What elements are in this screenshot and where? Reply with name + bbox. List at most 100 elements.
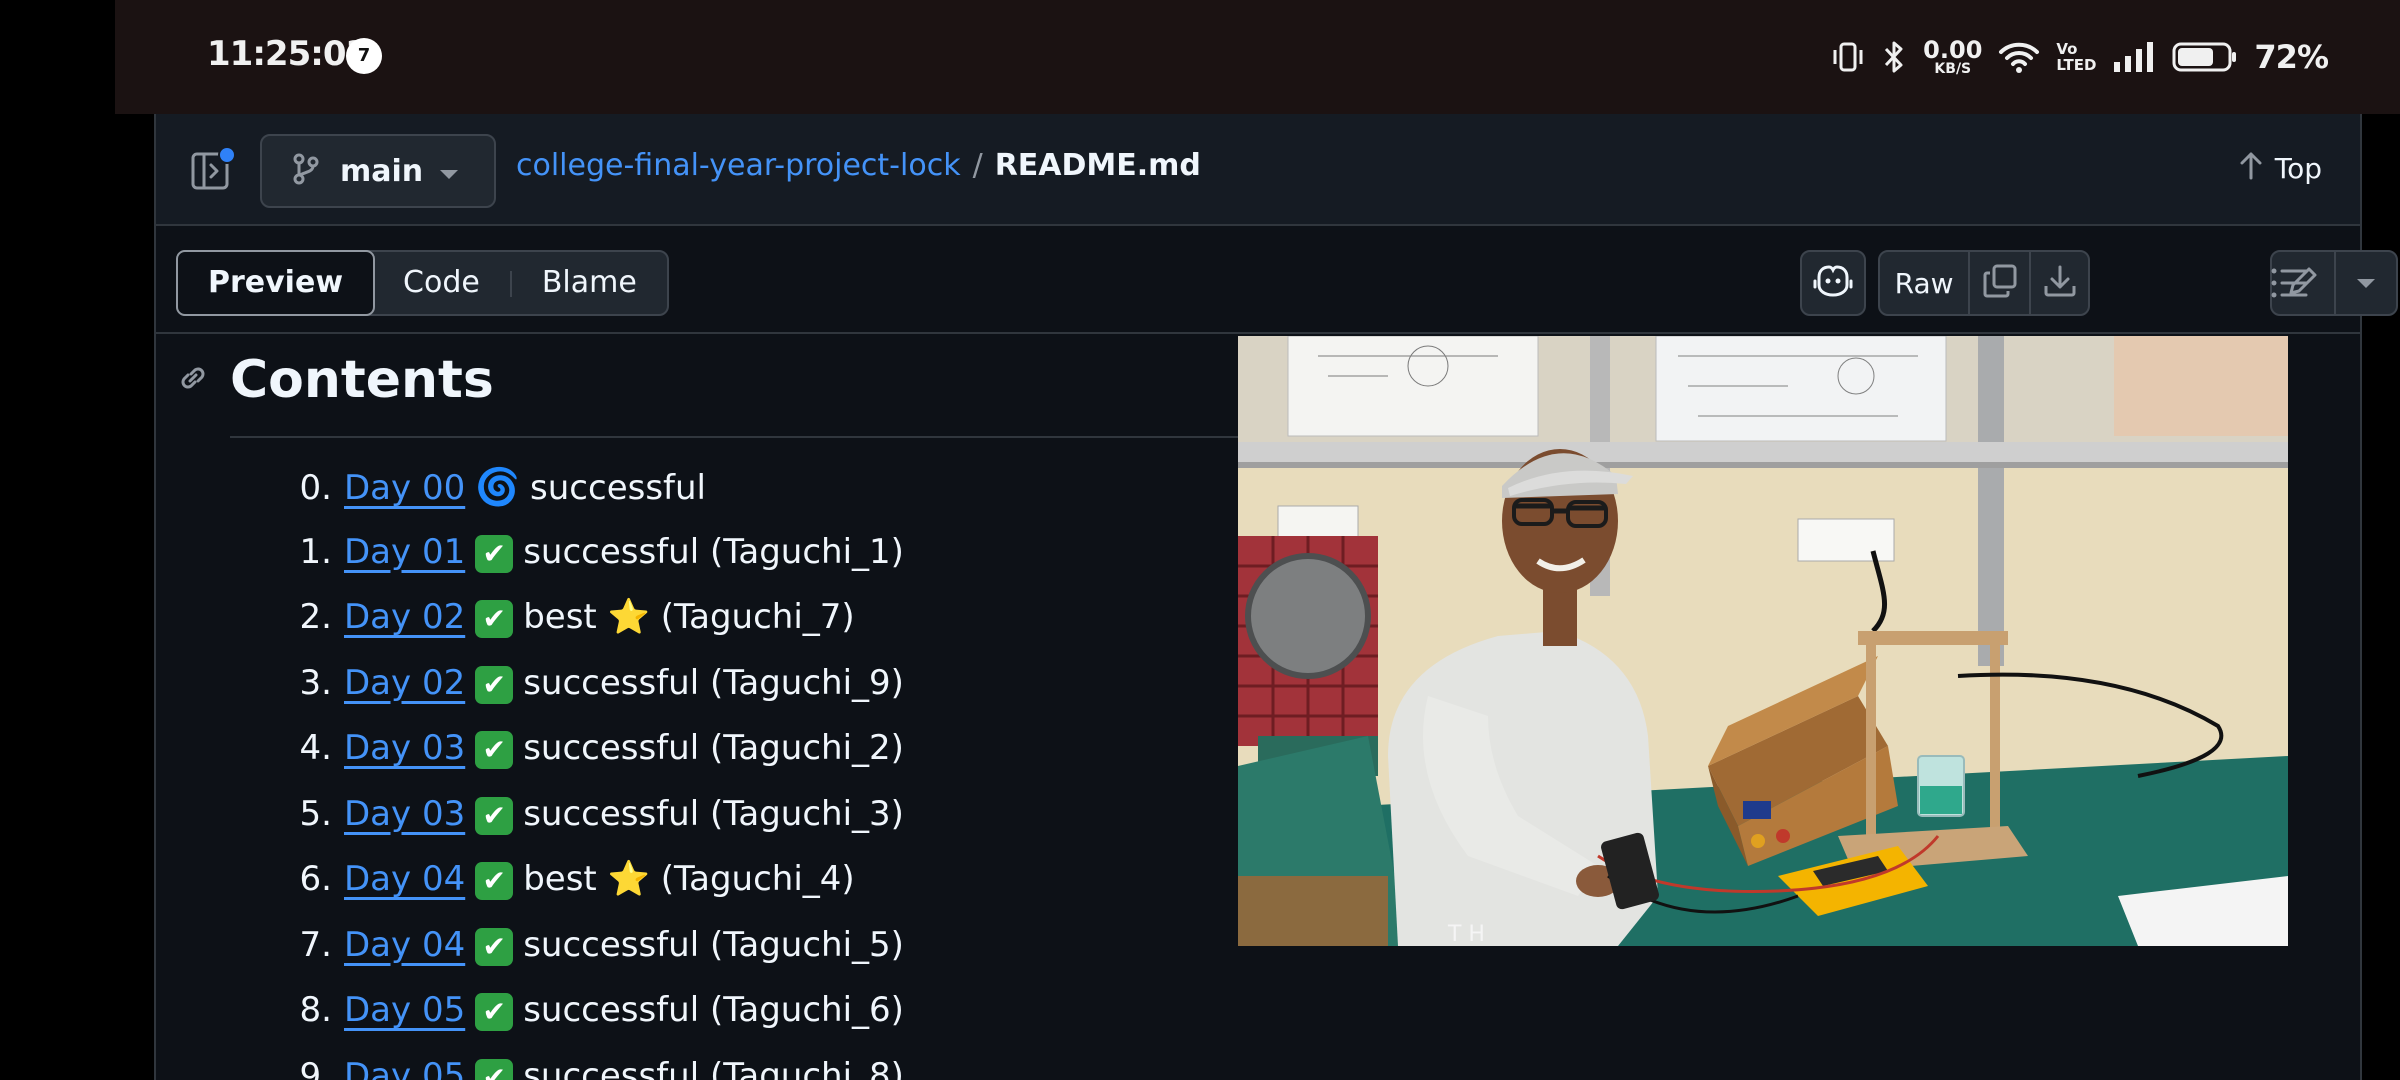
raw-button-label: Raw — [1894, 266, 1954, 300]
check-mark-icon: ✔ — [475, 731, 514, 769]
list-item-text: successful — [530, 468, 707, 508]
breadcrumb-repo-link[interactable]: college-final-year-project-lock — [516, 148, 961, 183]
bluetooth-icon — [1881, 39, 1907, 75]
top-button-label: Top — [2274, 152, 2322, 185]
network-speed-value: 0.00 — [1923, 36, 1983, 64]
check-mark-icon: ✔ — [475, 862, 514, 900]
list-unordered-icon — [2270, 268, 2308, 304]
list-item-text: successful (Taguchi_8) — [523, 1055, 904, 1080]
list-item: 4. Day 03 ✔ successful (Taguchi_2) — [228, 728, 904, 794]
check-mark-icon: ✔ — [475, 796, 514, 835]
outline-button[interactable] — [2270, 266, 2328, 304]
list-item: 0. Day 00 🌀 successful — [228, 466, 904, 532]
breadcrumb: college-final-year-project-lock / README… — [516, 148, 1201, 183]
signal-icon — [2112, 40, 2156, 74]
tab-blame[interactable]: Blame — [512, 252, 667, 314]
branch-selector-button[interactable]: main — [260, 134, 496, 208]
list-item-text: successful (Taguchi_3) — [523, 793, 904, 834]
branch-name: main — [340, 153, 424, 189]
list-item-text: successful (Taguchi_9) — [523, 662, 904, 703]
chevron-down-icon — [2357, 278, 2375, 288]
file-toolbar: Preview Code Blame Raw — [156, 228, 2398, 334]
list-item-number: 3. — [299, 662, 332, 703]
list-item: 7. Day 04 ✔ successful (Taguchi_5) — [228, 925, 904, 991]
edit-dropdown-button[interactable] — [2336, 252, 2396, 314]
list-item-text: successful (Taguchi_2) — [523, 728, 904, 768]
list-item: 1. Day 01 ✔ successful (Taguchi_1) — [228, 532, 904, 598]
copilot-icon — [1813, 263, 1853, 303]
list-item: 8. Day 05 ✔ successful (Taguchi_6) — [228, 990, 904, 1056]
list-item-link[interactable]: Day 04 — [344, 859, 465, 899]
file-actions-group: Raw — [1878, 250, 2090, 316]
tab-code[interactable]: Code — [373, 252, 510, 314]
view-mode-tabs: Preview Code Blame — [176, 250, 669, 316]
list-item-number: 0. — [299, 468, 332, 508]
list-item-link[interactable]: Day 00 — [344, 468, 465, 508]
list-item: 9. Day 05 ✔ successful (Taguchi_8) — [228, 1056, 904, 1080]
breadcrumb-separator: / — [972, 148, 983, 183]
check-mark-icon: ✔ — [475, 927, 514, 966]
breadcrumb-file-name: README.md — [994, 148, 1201, 183]
heading-divider — [230, 436, 1330, 438]
git-branch-icon — [292, 153, 320, 189]
list-item-text: successful (Taguchi_5) — [523, 924, 904, 965]
list-item-link[interactable]: Day 05 — [344, 1056, 465, 1080]
volte-lte-text: LTE — [2056, 56, 2084, 74]
top-button[interactable]: Top — [2239, 150, 2322, 187]
check-mark-icon: ✔ — [475, 665, 514, 704]
contents-heading: Contents — [176, 350, 494, 410]
list-item-link[interactable]: Day 04 — [344, 925, 465, 965]
copy-icon — [1982, 263, 2018, 303]
volte-d-text: D — [2083, 56, 2097, 74]
list-item-text: best ⭐ (Taguchi_4) — [523, 859, 855, 899]
list-item-number: 5. — [299, 793, 332, 834]
project-photo-illustration: T H — [1238, 336, 2288, 946]
vibrate-icon — [1831, 40, 1865, 74]
sidebar-notification-dot — [218, 146, 236, 164]
check-mark-icon: ✔ — [475, 1058, 514, 1080]
project-photo: T H — [1238, 336, 2288, 946]
list-item-link[interactable]: Day 02 — [344, 663, 465, 703]
check-mark-icon: ✔ — [475, 600, 514, 638]
list-item-text: successful (Taguchi_1) — [523, 531, 904, 572]
phone-screen: 11:25:03 7 0.00 KB/S Vo LTED 72% main co… — [0, 0, 2400, 1080]
readme-body: Contents 0. Day 00 🌀 successful 1. Day 01 ✔ su… — [156, 336, 2360, 1080]
list-item-number: 8. — [299, 990, 332, 1030]
volte-bottom-label: LTED — [2056, 57, 2096, 73]
list-item-number: 1. — [299, 531, 332, 572]
list-item-link[interactable]: Day 01 — [344, 532, 465, 572]
cyclone-icon: 🌀 — [475, 467, 521, 508]
list-item-link[interactable]: Day 03 — [344, 728, 465, 768]
battery-percent: 72% — [2254, 38, 2329, 76]
link-icon[interactable] — [176, 361, 210, 399]
network-speed-unit: KB/S — [1934, 61, 1972, 77]
check-mark-icon: ✔ — [475, 534, 514, 573]
wifi-icon — [1998, 40, 2040, 74]
list-item-link[interactable]: Day 03 — [344, 794, 465, 834]
copilot-button[interactable] — [1800, 250, 1866, 316]
arrow-up-icon — [2239, 150, 2263, 187]
github-file-viewer: main college-final-year-project-lock / R… — [154, 114, 2398, 1080]
list-item-number: 2. — [299, 597, 332, 637]
list-item: 3. Day 02 ✔ successful (Taguchi_9) — [228, 663, 904, 729]
status-bar: 11:25:03 7 0.00 KB/S Vo LTED 72% — [115, 0, 2400, 114]
list-item: 5. Day 03 ✔ successful (Taguchi_3) — [228, 794, 904, 860]
list-item-number: 9. — [299, 1055, 332, 1080]
battery-icon — [2172, 40, 2238, 74]
contents-heading-text: Contents — [230, 350, 494, 410]
copy-button[interactable] — [1970, 252, 2032, 314]
raw-button[interactable]: Raw — [1880, 252, 1971, 314]
status-time: 11:25:03 — [207, 34, 369, 74]
contents-list: 0. Day 00 🌀 successful 1. Day 01 ✔ successful … — [228, 466, 904, 1080]
tab-preview[interactable]: Preview — [176, 250, 376, 316]
list-item-number: 4. — [299, 728, 332, 768]
status-icons: 0.00 KB/S Vo LTED 72% — [1831, 28, 2329, 86]
chevron-down-icon — [440, 170, 458, 179]
volte-indicator: Vo LTED — [2056, 41, 2096, 73]
network-speed: 0.00 KB/S — [1923, 38, 1982, 76]
list-item-text: best ⭐ (Taguchi_7) — [523, 597, 855, 637]
volte-top-label: Vo — [2056, 40, 2078, 58]
download-button[interactable] — [2031, 252, 2088, 314]
list-item-link[interactable]: Day 02 — [344, 597, 465, 637]
list-item-link[interactable]: Day 05 — [344, 990, 465, 1030]
